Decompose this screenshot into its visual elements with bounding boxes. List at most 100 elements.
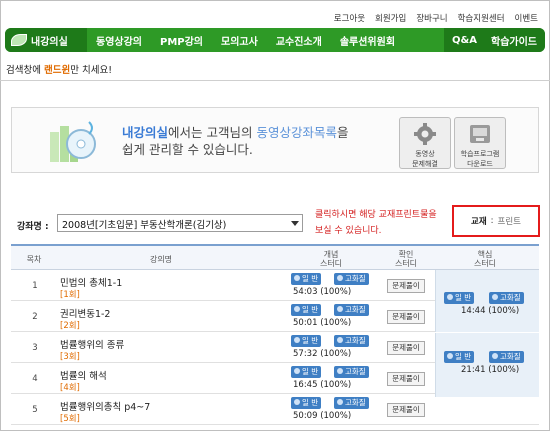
pill-label: 고화질 — [500, 352, 521, 361]
core-play-hq-button[interactable]: 고화질 — [489, 292, 524, 304]
row-title: 법률행위의총칙 p4~7 — [60, 402, 151, 413]
banner-text-part: 에서는 고객님의 — [168, 125, 257, 140]
top-utility-links: 로그아웃 회원가입 장바구니 학습지원센터 이벤트 — [334, 12, 538, 24]
quiz-button[interactable]: 문제풀이 — [387, 372, 425, 386]
header-core-2: 스터디 — [473, 259, 497, 268]
pill-label: 일 반 — [302, 336, 319, 345]
banner-line-2: 쉽게 관리할 수 있습니다. — [122, 142, 253, 157]
row-num: 1 — [32, 281, 38, 291]
row-title: 민법의 총체1-1 — [60, 278, 123, 289]
play-icon — [294, 306, 300, 312]
textbook-print-link[interactable]: 프린트 — [498, 215, 521, 227]
header-num: 목차 — [26, 255, 42, 264]
play-normal-button[interactable]: 일 반 — [291, 304, 322, 316]
lecture-table: 1 민법의 총체1-1 [1회] 일 반 고화질 54:03 (100%) 문제… — [11, 270, 539, 425]
header-core: 핵심 스터디 — [465, 250, 505, 268]
quiz-button[interactable]: 문제풀이 — [387, 341, 425, 355]
nav-item-study-guide[interactable]: 학습가이드 — [491, 33, 537, 48]
cart-link[interactable]: 장바구니 — [416, 12, 447, 24]
core-study-group: 일 반 고화질 14:44 (100%) — [435, 270, 539, 332]
support-center-link[interactable]: 학습지원센터 — [458, 12, 505, 24]
header-concept-1: 개념 — [323, 250, 339, 259]
signup-link[interactable]: 회원가입 — [375, 12, 406, 24]
play-icon — [294, 399, 300, 405]
pill-label: 고화질 — [345, 305, 366, 314]
row-duration: 50:01 (100%) — [293, 318, 352, 328]
banner-text-end: 을 — [336, 125, 349, 140]
disc-book-icon — [50, 121, 96, 162]
pill-label: 고화질 — [345, 274, 366, 283]
quiz-button[interactable]: 문제풀이 — [387, 403, 425, 417]
row-num: 3 — [32, 343, 38, 353]
nav-item-qna[interactable]: Q&A — [452, 35, 477, 46]
event-link[interactable]: 이벤트 — [515, 12, 538, 24]
play-hq-button[interactable]: 고화질 — [334, 273, 369, 285]
pill-label: 고화질 — [345, 336, 366, 345]
play-normal-button[interactable]: 일 반 — [291, 397, 322, 409]
disk-drive-icon — [470, 125, 490, 143]
play-normal-button[interactable]: 일 반 — [291, 273, 322, 285]
row-tag: [1회] — [60, 290, 80, 300]
nav-item-solution-committee[interactable]: 솔루션위원회 — [331, 33, 404, 48]
tool1-line1: 동영상 — [415, 150, 435, 158]
banner-message: 내강의실에서는 고객님의 동영상강좌목록을 쉽게 관리할 수 있습니다. — [122, 124, 349, 158]
play-hq-button[interactable]: 고화질 — [334, 397, 369, 409]
row-duration: 16:45 (100%) — [293, 380, 352, 390]
main-nav: 내강의실 동영상강의 PMP강의 모의고사 교수진소개 솔루션위원회 Q&A 학… — [5, 28, 545, 52]
program-download-button[interactable]: 학습프로그램 다운로드 — [454, 117, 506, 169]
row-duration: 57:32 (100%) — [293, 349, 352, 359]
nav-item-mock-exam[interactable]: 모의고사 — [212, 33, 267, 48]
nav-item-video-lecture[interactable]: 동영상강의 — [87, 33, 151, 48]
search-hint: 검색창에 랜드윈만 치세요! — [6, 62, 112, 76]
search-hint-keyword: 랜드윈 — [43, 65, 71, 76]
play-hq-button[interactable]: 고화질 — [334, 304, 369, 316]
textbook-box: 교재: 프린트 — [452, 205, 540, 237]
play-normal-button[interactable]: 일 반 — [291, 335, 322, 347]
row-title: 법률의 해석 — [60, 371, 107, 382]
row-tag: [4회] — [60, 383, 80, 393]
play-hq-button[interactable]: 고화질 — [334, 335, 369, 347]
nav-items: 동영상강의 PMP강의 모의고사 교수진소개 솔루션위원회 — [87, 33, 444, 48]
gear-icon — [414, 123, 436, 145]
play-icon — [447, 294, 453, 300]
play-icon — [337, 306, 343, 312]
core-play-normal-button[interactable]: 일 반 — [444, 351, 475, 363]
row-duration: 54:03 (100%) — [293, 287, 352, 297]
play-icon — [337, 399, 343, 405]
tool1-line2: 문제해결 — [412, 160, 438, 168]
core-play-normal-button[interactable]: 일 반 — [444, 292, 475, 304]
nav-right-group: Q&A 학습가이드 — [444, 28, 545, 52]
play-icon — [294, 275, 300, 281]
play-icon — [337, 368, 343, 374]
textbook-label: 교재 — [471, 217, 487, 227]
header-check: 확인 스터디 — [388, 250, 424, 268]
header-core-1: 핵심 — [477, 250, 493, 259]
logout-link[interactable]: 로그아웃 — [334, 12, 365, 24]
row-title: 권리변동1-2 — [60, 309, 111, 320]
core-duration: 14:44 (100%) — [461, 306, 520, 316]
core-play-hq-button[interactable]: 고화질 — [489, 351, 524, 363]
row-duration: 50:09 (100%) — [293, 411, 352, 421]
play-icon — [492, 294, 498, 300]
pill-label: 일 반 — [302, 398, 319, 407]
play-hq-button[interactable]: 고화질 — [334, 366, 369, 378]
nav-item-faculty[interactable]: 교수진소개 — [267, 33, 331, 48]
nav-my-classroom[interactable]: 내강의실 — [5, 28, 87, 52]
nav-item-pmp-lecture[interactable]: PMP강의 — [151, 33, 212, 48]
quiz-button[interactable]: 문제풀이 — [387, 279, 425, 293]
textbook-note: 클릭하시면 해당 교재프린트물을 보실 수 있습니다. — [315, 207, 437, 239]
banner-highlight-2: 동영상강좌목록 — [256, 125, 337, 140]
course-select[interactable]: 2008년[기초입문] 부동산학개론(김기상) — [57, 214, 303, 232]
header-check-2: 스터디 — [394, 259, 418, 268]
header-check-1: 확인 — [398, 250, 414, 259]
play-icon — [492, 353, 498, 359]
video-troubleshoot-button[interactable]: 동영상 문제해결 — [399, 117, 451, 169]
core-study-group: 일 반 고화질 21:41 (100%) — [435, 333, 539, 397]
note-line-2: 보실 수 있습니다. — [315, 226, 382, 236]
course-label: 강좌명 : — [17, 222, 49, 232]
divider — [0, 80, 550, 81]
row-tag: [2회] — [60, 321, 80, 331]
quiz-button[interactable]: 문제풀이 — [387, 310, 425, 324]
row-num: 4 — [32, 374, 38, 384]
play-normal-button[interactable]: 일 반 — [291, 366, 322, 378]
